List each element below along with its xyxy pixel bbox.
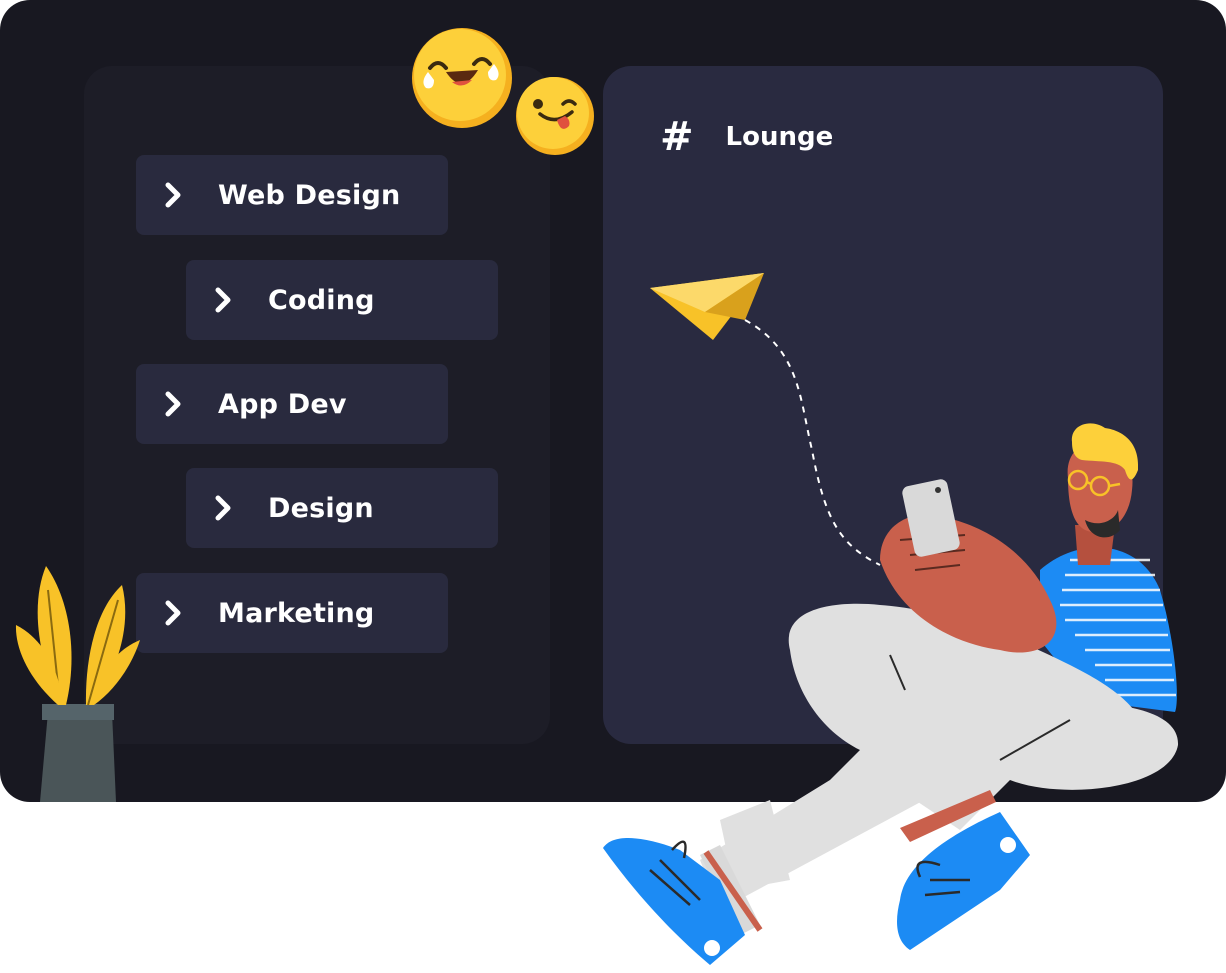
laughing-emoji-icon (412, 28, 512, 128)
tongue-emoji-icon (516, 77, 594, 155)
person-with-phone-illustration (603, 423, 1179, 965)
plant-illustration (15, 566, 140, 802)
decorative-illustrations (15, 28, 1179, 965)
paper-plane-icon (650, 273, 881, 566)
